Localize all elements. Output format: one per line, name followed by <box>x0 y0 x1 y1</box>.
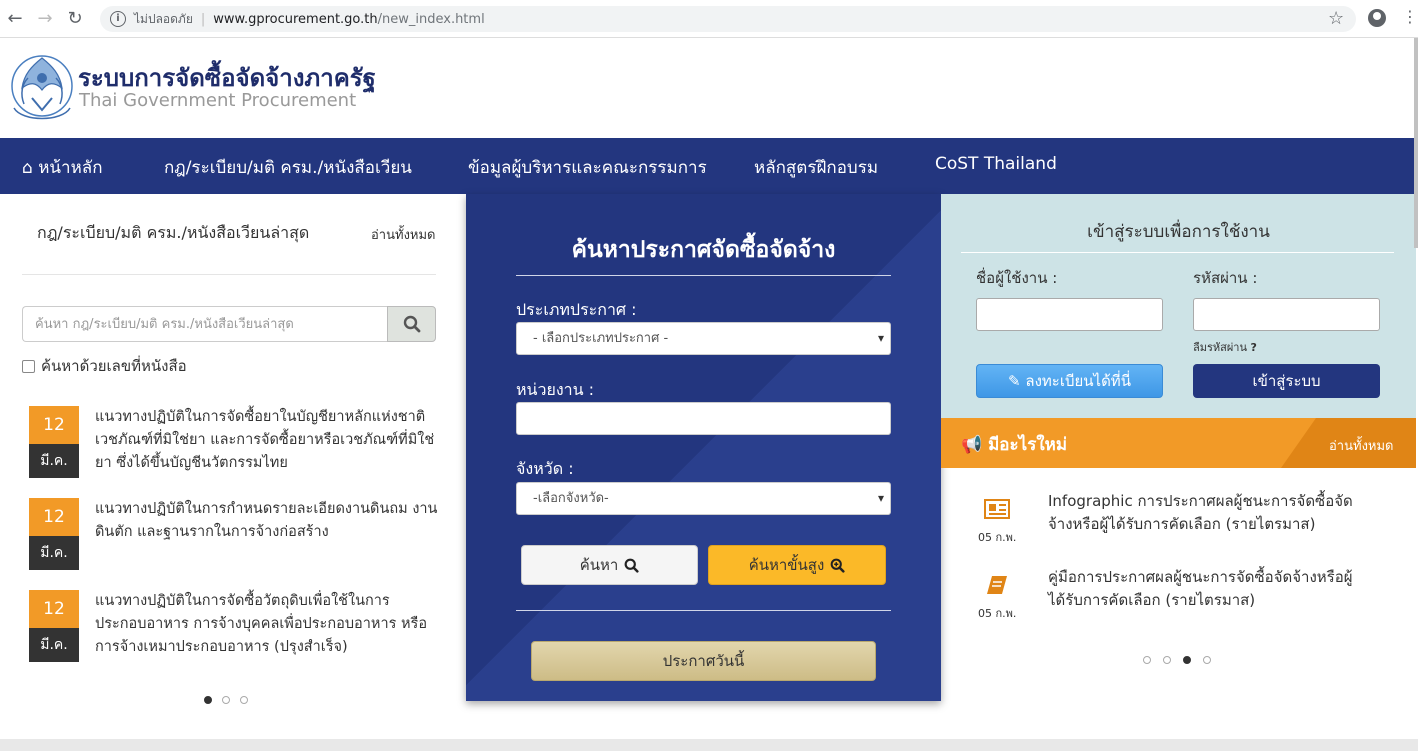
newspaper-icon <box>984 499 1010 519</box>
carousel-dot[interactable] <box>1143 656 1151 664</box>
date-day: 12 <box>29 406 79 444</box>
footer-strip <box>0 739 1418 751</box>
divider <box>961 252 1394 253</box>
divider <box>22 274 436 275</box>
search-icon <box>403 315 420 333</box>
megaphone-icon: 📢 <box>961 435 983 455</box>
agency-label: หน่วยงาน : <box>516 380 595 399</box>
date-day: 12 <box>29 498 79 536</box>
regulation-link[interactable]: แนวทางปฏิบัติในการกำหนดรายละเอียดงานดินถ… <box>95 498 439 544</box>
nav-regulations[interactable]: กฎ/ระเบียบ/มติ ครม./หนังสือเวียน <box>164 154 412 181</box>
zoom-in-icon <box>830 558 845 573</box>
nav-cost-thailand[interactable]: CoST Thailand <box>935 154 1057 174</box>
comptroller-garuda-logo-icon <box>11 55 73 120</box>
forgot-password-mark: ? <box>1250 341 1257 354</box>
whats-new-title-label: มีอะไรใหม่ <box>988 435 1068 455</box>
bookmark-star-icon[interactable]: ☆ <box>1328 8 1344 29</box>
reload-icon[interactable]: ↻ <box>60 8 90 29</box>
url-host: www.gprocurement.go.th <box>213 11 378 27</box>
search-panel-title: ค้นหาประกาศจัดซื้อจัดจ้าง <box>571 237 836 263</box>
username-input[interactable] <box>976 298 1163 331</box>
news-date: 05 ก.พ. <box>978 531 1017 544</box>
edit-icon: ✎ <box>1008 372 1021 390</box>
regulations-search-button[interactable] <box>387 306 436 342</box>
carousel-dot[interactable] <box>240 696 248 704</box>
search-icon <box>624 558 639 573</box>
login-panel: เข้าสู่ระบบเพื่อการใช้งาน ชื่อผู้ใช้งาน … <box>941 194 1416 418</box>
agency-input[interactable] <box>516 402 891 435</box>
nav-executives[interactable]: ข้อมูลผู้บริหารและคณะกรรมการ <box>468 154 707 181</box>
register-button[interactable]: ✎ ลงทะเบียนได้ที่นี่ <box>976 364 1163 398</box>
date-month: มี.ค. <box>29 628 79 662</box>
regulations-read-all-link[interactable]: อ่านทั้งหมด <box>371 224 436 245</box>
whats-new-header: 📢 มีอะไรใหม่ อ่านทั้งหมด <box>941 418 1416 468</box>
register-button-label: ลงทะเบียนได้ที่นี่ <box>1025 372 1131 390</box>
announce-type-select[interactable]: - เลือกประเภทประกาศ - <box>516 322 891 355</box>
forward-icon[interactable]: → <box>30 8 60 29</box>
province-select[interactable]: -เลือกจังหวัด- <box>516 482 891 515</box>
whats-new-title: 📢 มีอะไรใหม่ <box>961 431 1067 458</box>
date-badge: 12 มี.ค. <box>29 498 79 570</box>
province-label: จังหวัด : <box>516 459 574 478</box>
carousel-dot[interactable] <box>1183 656 1191 664</box>
login-title: เข้าสู่ระบบเพื่อการใช้งาน <box>1087 222 1270 242</box>
nav-home-label: หน้าหลัก <box>38 158 103 178</box>
info-icon[interactable]: i <box>110 11 126 27</box>
regulation-link[interactable]: แนวทางปฏิบัติในการจัดซื้อวัตถุดิบเพื่อใช… <box>95 590 439 659</box>
forgot-password-link[interactable]: ลืมรหัสผ่าน ? <box>1193 338 1257 356</box>
carousel-dot[interactable] <box>204 696 212 704</box>
url-path: /new_index.html <box>377 11 485 27</box>
search-by-number-option: ค้นหาด้วยเลขที่หนังสือ <box>22 354 187 378</box>
carousel-dot[interactable] <box>222 696 230 704</box>
regulations-search-input[interactable] <box>22 306 388 342</box>
date-month: มี.ค. <box>29 444 79 478</box>
main-navbar: ⌂ หน้าหลัก กฎ/ระเบียบ/มติ ครม./หนังสือเว… <box>0 138 1418 194</box>
nav-training[interactable]: หลักสูตรฝึกอบรม <box>754 154 878 181</box>
date-badge: 12 มี.ค. <box>29 590 79 662</box>
news-date: 05 ก.พ. <box>978 607 1017 620</box>
divider <box>516 610 891 611</box>
home-icon: ⌂ <box>22 158 33 178</box>
date-day: 12 <box>29 590 79 628</box>
search-button-label: ค้นหา <box>579 556 619 574</box>
news-link[interactable]: Infographic การประกาศผลผู้ชนะการจัดซื้อจ… <box>1048 490 1358 536</box>
regulations-title: กฎ/ระเบียบ/มติ ครม./หนังสือเวียนล่าสุด <box>37 223 310 242</box>
login-button[interactable]: เข้าสู่ระบบ <box>1193 364 1380 398</box>
password-label: รหัสผ่าน : <box>1193 269 1258 287</box>
carousel-dot[interactable] <box>1163 656 1171 664</box>
page-scrollbar[interactable] <box>1414 38 1418 248</box>
browser-menu-icon[interactable]: ⋮ <box>1402 8 1418 26</box>
regulations-carousel-dots <box>204 696 248 704</box>
address-bar[interactable]: i ไม่ปลอดภัย | www.gprocurement.go.th /n… <box>100 6 1356 32</box>
address-separator: | <box>200 11 206 27</box>
site-header: ระบบการจัดซื้อจัดจ้างภาครัฐ Thai Governm… <box>0 38 1418 138</box>
book-icon <box>987 576 1007 594</box>
username-label: ชื่อผู้ใช้งาน : <box>976 269 1058 287</box>
password-input[interactable] <box>1193 298 1380 331</box>
procurement-search-panel: ค้นหาประกาศจัดซื้อจัดจ้าง ประเภทประกาศ :… <box>466 194 941 701</box>
search-button[interactable]: ค้นหา <box>521 545 698 585</box>
search-by-number-checkbox[interactable] <box>22 359 35 373</box>
security-label: ไม่ปลอดภัย <box>134 11 193 26</box>
whats-new-carousel-dots <box>1143 656 1211 664</box>
regulations-panel: กฎ/ระเบียบ/มติ ครม./หนังสือเวียนล่าสุด อ… <box>0 194 466 739</box>
advanced-search-button[interactable]: ค้นหาขั้นสูง <box>708 545 886 585</box>
carousel-dot[interactable] <box>1203 656 1211 664</box>
date-month: มี.ค. <box>29 536 79 570</box>
divider <box>516 275 891 276</box>
announce-type-label: ประเภทประกาศ : <box>516 300 637 319</box>
forgot-password-label: ลืมรหัสผ่าน <box>1193 341 1248 354</box>
news-link[interactable]: คู่มือการประกาศผลผู้ชนะการจัดซื้อจัดจ้าง… <box>1048 566 1358 612</box>
date-badge: 12 มี.ค. <box>29 406 79 478</box>
site-title-english: Thai Government Procurement <box>79 90 357 111</box>
advanced-search-label: ค้นหาขั้นสูง <box>748 556 825 574</box>
nav-home[interactable]: ⌂ หน้าหลัก <box>22 154 103 181</box>
back-icon[interactable]: ← <box>0 8 30 29</box>
whats-new-read-all-link[interactable]: อ่านทั้งหมด <box>1329 435 1394 456</box>
account-icon[interactable] <box>1368 9 1386 27</box>
today-announcements-button[interactable]: ประกาศวันนี้ <box>531 641 876 681</box>
regulation-link[interactable]: แนวทางปฏิบัติในการจัดซื้อยาในบัญชียาหลัก… <box>95 406 439 475</box>
search-by-number-label: ค้นหาด้วยเลขที่หนังสือ <box>41 357 187 375</box>
